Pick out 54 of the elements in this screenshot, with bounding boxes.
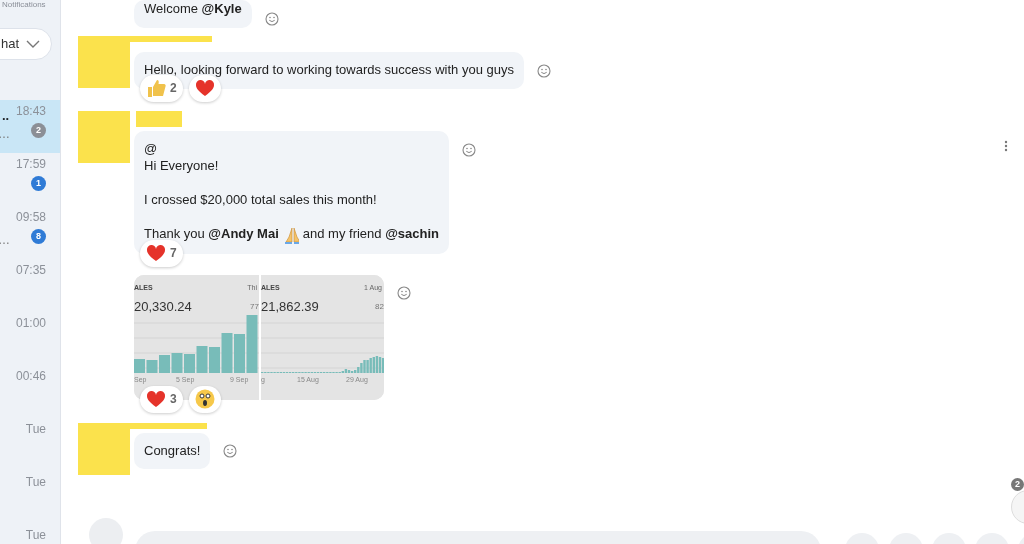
unread-count-badge: 8 [31,229,46,244]
message-text: @ [144,140,159,158]
redacted-avatar [78,422,130,475]
conversation-item[interactable]: 07:35 [0,259,60,312]
add-reaction-icon [536,63,551,78]
conversation-item[interactable]: 01:00 [0,312,60,365]
add-reaction-icon [264,11,279,26]
filter-dropdown[interactable]: hat [0,28,52,60]
sales-total: 20,330.24 [134,297,192,316]
add-reaction-icon [462,142,477,157]
more-options-icon [1004,139,1008,152]
redacted-avatar [78,36,130,88]
conversation-time: 18:43 [15,104,46,118]
praying-hands-icon [282,225,299,244]
conversation-time: 07:35 [15,263,46,277]
message-text: Hi Everyone! [144,157,220,175]
conversation-time: Tue [25,528,46,542]
conversation-item[interactable]: 17:59 1 [0,153,60,206]
conversation-item[interactable]: 00:46 [0,365,60,418]
conversation-time: Tue [25,475,46,489]
add-reaction-icon [223,444,238,459]
chevron-down-icon [25,39,41,49]
redacted-avatar [78,110,130,163]
conversation-name: .. [2,107,10,125]
conversation-item[interactable]: .. … 18:43 2 [0,100,60,153]
message-text: I crossed $20,000 total sales this month! [144,191,378,209]
heart-icon [146,390,166,409]
conversation-time: 01:00 [15,316,46,330]
add-reaction-icon [397,286,411,301]
comparison-label: 77 [250,300,259,313]
message-text: Welcome @Kyle [144,1,242,18]
sidebar-header: Notifications [2,0,47,9]
message-text: and my friend @sachin [302,226,440,243]
conversation-item[interactable]: Tue [0,524,60,544]
redacted-name [136,110,182,127]
conversation-time: Tue [25,422,46,436]
conversation-preview: … [0,232,10,249]
conversation-time: 00:46 [15,369,46,383]
conversation-preview: … [0,126,10,143]
conversation-time: 17:59 [15,157,46,171]
conversation-time: 09:58 [15,210,46,224]
conversation-item[interactable]: Tue [0,418,60,471]
unread-count-badge: 2 [31,123,46,138]
heart-icon [146,244,166,263]
conversation-item[interactable]: … 09:58 8 [0,206,60,259]
comparison-label: 82 [375,300,384,313]
sales-total: 21,862.39 [261,297,319,316]
thumbs-up-icon [146,78,166,99]
conversation-item[interactable]: Tue [0,471,60,524]
heart-icon [194,79,215,98]
astonished-face-icon [194,389,215,410]
message-text: Congrats! [144,442,201,460]
unread-count-badge: 2 [1011,478,1024,491]
unread-count-badge: 1 [31,176,46,191]
